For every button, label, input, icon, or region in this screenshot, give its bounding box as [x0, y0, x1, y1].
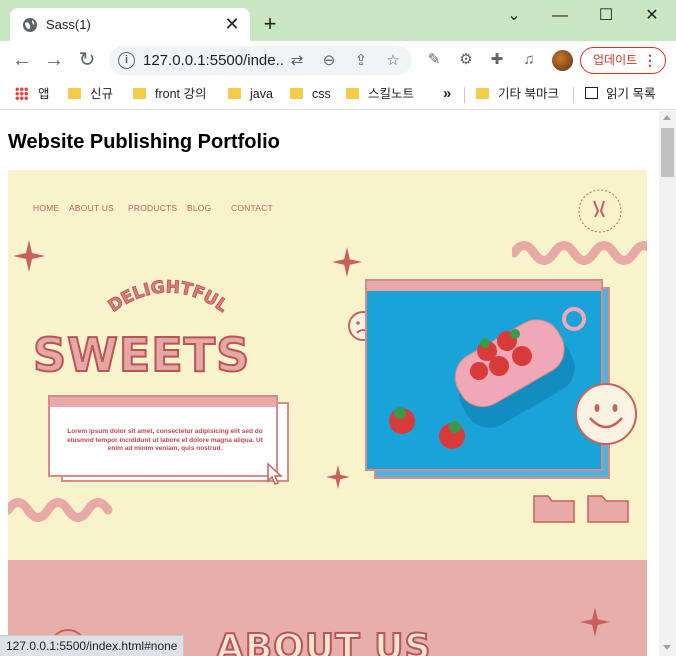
hero-nav-home: HOME: [33, 203, 60, 213]
bookmark-label: front 강의: [155, 87, 207, 101]
wavy-line-decoration: [512, 241, 647, 265]
reading-list-button[interactable]: 읽기 목록: [585, 85, 655, 103]
bookmarks-divider: [573, 87, 574, 103]
address-bar[interactable]: i 127.0.0.1:5500/inde... ⇄ ⊖ ⇪ ☆: [109, 46, 412, 75]
folder-icon: [133, 88, 146, 99]
site-info-icon[interactable]: i: [118, 52, 135, 69]
tab-search-chevron-icon[interactable]: ⌄: [491, 2, 537, 30]
smiley-face-icon: [575, 383, 637, 445]
bookmark-label: 읽기 목록: [606, 87, 656, 101]
folder-icon: [290, 88, 303, 99]
brand-badge-logo: [578, 189, 622, 233]
close-window-button[interactable]: ✕: [629, 2, 675, 30]
apps-grid-icon: [15, 87, 28, 100]
profile-avatar[interactable]: [552, 50, 573, 71]
bookmarks-overflow-button[interactable]: »: [443, 85, 451, 103]
browser-titlebar: Sass(1) ✕ + ⌄ — ☐ ✕: [0, 0, 676, 41]
hero-nav-about: ABOUT US: [69, 203, 114, 213]
share-icon[interactable]: ⇪: [351, 51, 371, 71]
forward-arrow-icon[interactable]: →: [43, 49, 65, 71]
lorem-text: Lorem ipsum dolor sit amet, consectetur …: [67, 428, 263, 452]
bookmark-star-icon[interactable]: ☆: [383, 51, 403, 71]
about-us-heading: ABOUT US: [215, 626, 432, 656]
link-status-bar: 127.0.0.1:5500/index.html#none: [0, 635, 185, 656]
bookmark-apps[interactable]: 앱: [15, 85, 50, 103]
zoom-icon[interactable]: ⊖: [319, 51, 339, 71]
cursor-arrow-icon: [267, 462, 283, 485]
scroll-up-arrow-icon[interactable]: [663, 115, 671, 120]
bookmark-folder[interactable]: front 강의: [133, 85, 207, 103]
bookmark-other-folder[interactable]: 기타 북마크: [476, 85, 559, 103]
hero-nav-products: PRODUCTS: [128, 203, 178, 213]
bookmarks-divider: [464, 87, 465, 103]
scrollbar-thumb[interactable]: [661, 128, 674, 177]
hero-nav-blog: BLOG: [187, 203, 212, 213]
reload-icon[interactable]: ↻: [76, 49, 98, 71]
folder-icon: [228, 88, 241, 99]
minimize-button[interactable]: —: [537, 2, 583, 30]
page-scrollbar[interactable]: [659, 111, 676, 656]
bookmark-label: 기타 북마크: [498, 87, 559, 101]
browser-tab[interactable]: Sass(1) ✕: [10, 8, 250, 41]
sparkle-star-icon: [13, 240, 45, 272]
hero-nav-contact: CONTACT: [231, 203, 273, 213]
bookmark-folder[interactable]: 신규: [68, 85, 113, 103]
portfolio-hero-image[interactable]: HOME ABOUT US PRODUCTS BLOG CONTACT DELI…: [8, 170, 647, 560]
delightful-text: DELIGHTFUL: [104, 277, 231, 317]
bookmark-label: 스킬노트: [368, 87, 415, 101]
bookmark-folder[interactable]: java: [228, 85, 273, 103]
more-menu-icon[interactable]: ⋮: [643, 48, 657, 73]
bookmark-label: 앱: [38, 87, 50, 101]
new-tab-button[interactable]: +: [259, 13, 281, 35]
url-text[interactable]: 127.0.0.1:5500/inde...: [143, 52, 283, 69]
delightful-arc-text: DELIGHTFUL: [104, 277, 232, 317]
bookmark-label: java: [250, 87, 273, 101]
bookmark-folder[interactable]: css: [290, 85, 331, 103]
sweets-headline: SWEETS: [32, 327, 251, 383]
folder-icon: [476, 88, 489, 99]
bookmark-label: css: [312, 87, 331, 101]
sparkle-star-icon: [326, 465, 350, 489]
wavy-line-decoration: [8, 498, 113, 522]
extension-icon[interactable]: ⚙: [456, 50, 476, 70]
tab-title: Sass(1): [46, 17, 91, 32]
back-arrow-icon[interactable]: ←: [11, 49, 33, 71]
reading-list-icon: [585, 87, 598, 99]
lorem-card: Lorem ipsum dolor sit amet, consectetur …: [48, 395, 278, 477]
tab-close-icon[interactable]: ✕: [222, 14, 242, 34]
update-label: 업데이트: [593, 53, 638, 67]
eyedropper-extension-icon[interactable]: ✎: [424, 50, 444, 70]
maximize-button[interactable]: ☐: [583, 2, 629, 30]
page-viewport: Website Publishing Portfolio HOME ABOUT …: [0, 111, 659, 656]
scroll-down-arrow-icon[interactable]: [663, 645, 671, 650]
folder-icon: [68, 88, 81, 99]
page-title: Website Publishing Portfolio: [8, 131, 280, 153]
folder-icon: [346, 88, 359, 99]
translate-icon[interactable]: ⇄: [287, 51, 307, 71]
browser-toolbar: ← → ↻ i 127.0.0.1:5500/inde... ⇄ ⊖ ⇪ ☆ ✎…: [0, 41, 676, 79]
puzzle-extensions-icon[interactable]: ✚: [487, 50, 507, 70]
media-control-icon[interactable]: ♫: [519, 50, 539, 70]
folder-decoration-icon: [533, 495, 575, 523]
bookmark-label: 신규: [90, 87, 114, 101]
strawberry-tin-photo: [365, 279, 603, 471]
bookmark-folder[interactable]: 스킬노트: [346, 85, 414, 103]
sparkle-star-icon: [332, 247, 362, 277]
strawberries-illustration: [389, 307, 586, 449]
window-titlebar-decoration: [367, 281, 601, 291]
globe-icon: [23, 18, 37, 32]
bookmarks-bar: 앱 신규 front 강의 java css 스킬노트 » 기타 북마크 읽기 …: [0, 79, 676, 110]
folder-decoration-icon: [587, 495, 629, 523]
sparkle-star-icon: [580, 607, 610, 637]
update-button[interactable]: 업데이트 ⋮: [580, 47, 666, 74]
window-titlebar-decoration: [50, 397, 276, 407]
svg-text:DELIGHTFUL: DELIGHTFUL: [105, 277, 232, 316]
